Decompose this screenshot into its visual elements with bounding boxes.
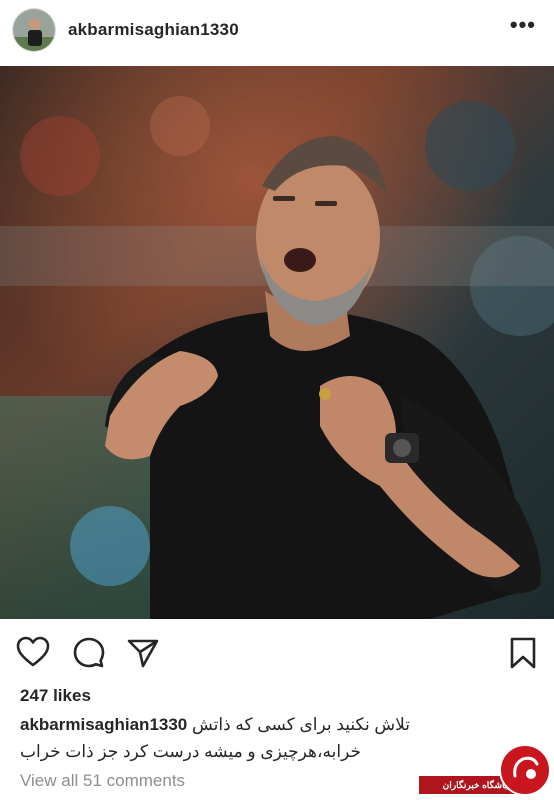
- action-bar: [0, 619, 554, 681]
- comment-bubble-icon[interactable]: [72, 636, 106, 670]
- post-photo[interactable]: [0, 66, 554, 619]
- caption-username[interactable]: akbarmisaghian1330: [20, 715, 187, 734]
- caption-text-line2: خرابه،هرچیزی و میشه درست کرد جز ذات خراب: [20, 742, 361, 761]
- bookmark-icon[interactable]: [506, 636, 540, 670]
- caption-text-line1: تلاش نکنید برای کسی که ذاتش: [192, 715, 411, 734]
- avatar[interactable]: [12, 8, 56, 52]
- watermark-logo: باشگاه خبرنگاران: [419, 740, 554, 800]
- watermark-emblem-icon: [499, 744, 551, 796]
- post-username[interactable]: akbarmisaghian1330: [68, 20, 239, 40]
- share-send-icon[interactable]: [126, 636, 160, 670]
- heart-icon[interactable]: [16, 636, 50, 670]
- likes-count[interactable]: 247 likes: [20, 686, 91, 706]
- post-header: akbarmisaghian1330 •••: [0, 0, 554, 66]
- view-comments-link[interactable]: View all 51 comments: [20, 771, 185, 791]
- more-options-icon[interactable]: •••: [510, 14, 536, 36]
